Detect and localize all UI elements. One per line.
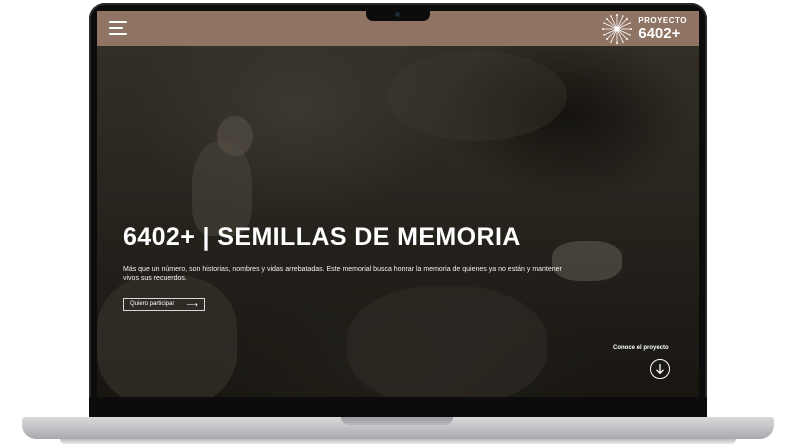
scroll-label: Conoce el proyecto: [613, 345, 669, 351]
hero-title: 6402+ | SEMILLAS DE MEMORIA: [123, 223, 521, 251]
logo-text: PROYECTO 6402+: [638, 15, 687, 42]
dandelion-seed-icon: [602, 13, 633, 44]
participate-button[interactable]: Quiero participar ⟶: [123, 298, 205, 311]
site-logo[interactable]: PROYECTO 6402+: [601, 12, 687, 45]
hero-overlay: [97, 46, 699, 397]
laptop-shadow: [60, 439, 736, 444]
camera-icon: [395, 12, 400, 17]
participate-button-label: Quiero participar: [130, 301, 175, 307]
laptop-chin: [89, 397, 707, 417]
laptop-base-notch: [341, 417, 453, 425]
laptop-screen: 6402+ | SEMILLAS DE MEMORIA Más que un n…: [97, 11, 699, 397]
logo-label-big: 6402+: [638, 24, 681, 42]
logo-label-small: PROYECTO: [638, 15, 687, 25]
hero-description: Más que un número, son historias, nombre…: [123, 266, 562, 282]
arrow-right-icon: ⟶: [186, 300, 198, 309]
hamburger-menu-icon[interactable]: [109, 21, 127, 35]
arrow-down-icon: [656, 364, 664, 375]
scroll-down-button[interactable]: [650, 359, 670, 379]
hero-section: 6402+ | SEMILLAS DE MEMORIA Más que un n…: [97, 46, 699, 397]
camera-notch: [366, 9, 430, 21]
